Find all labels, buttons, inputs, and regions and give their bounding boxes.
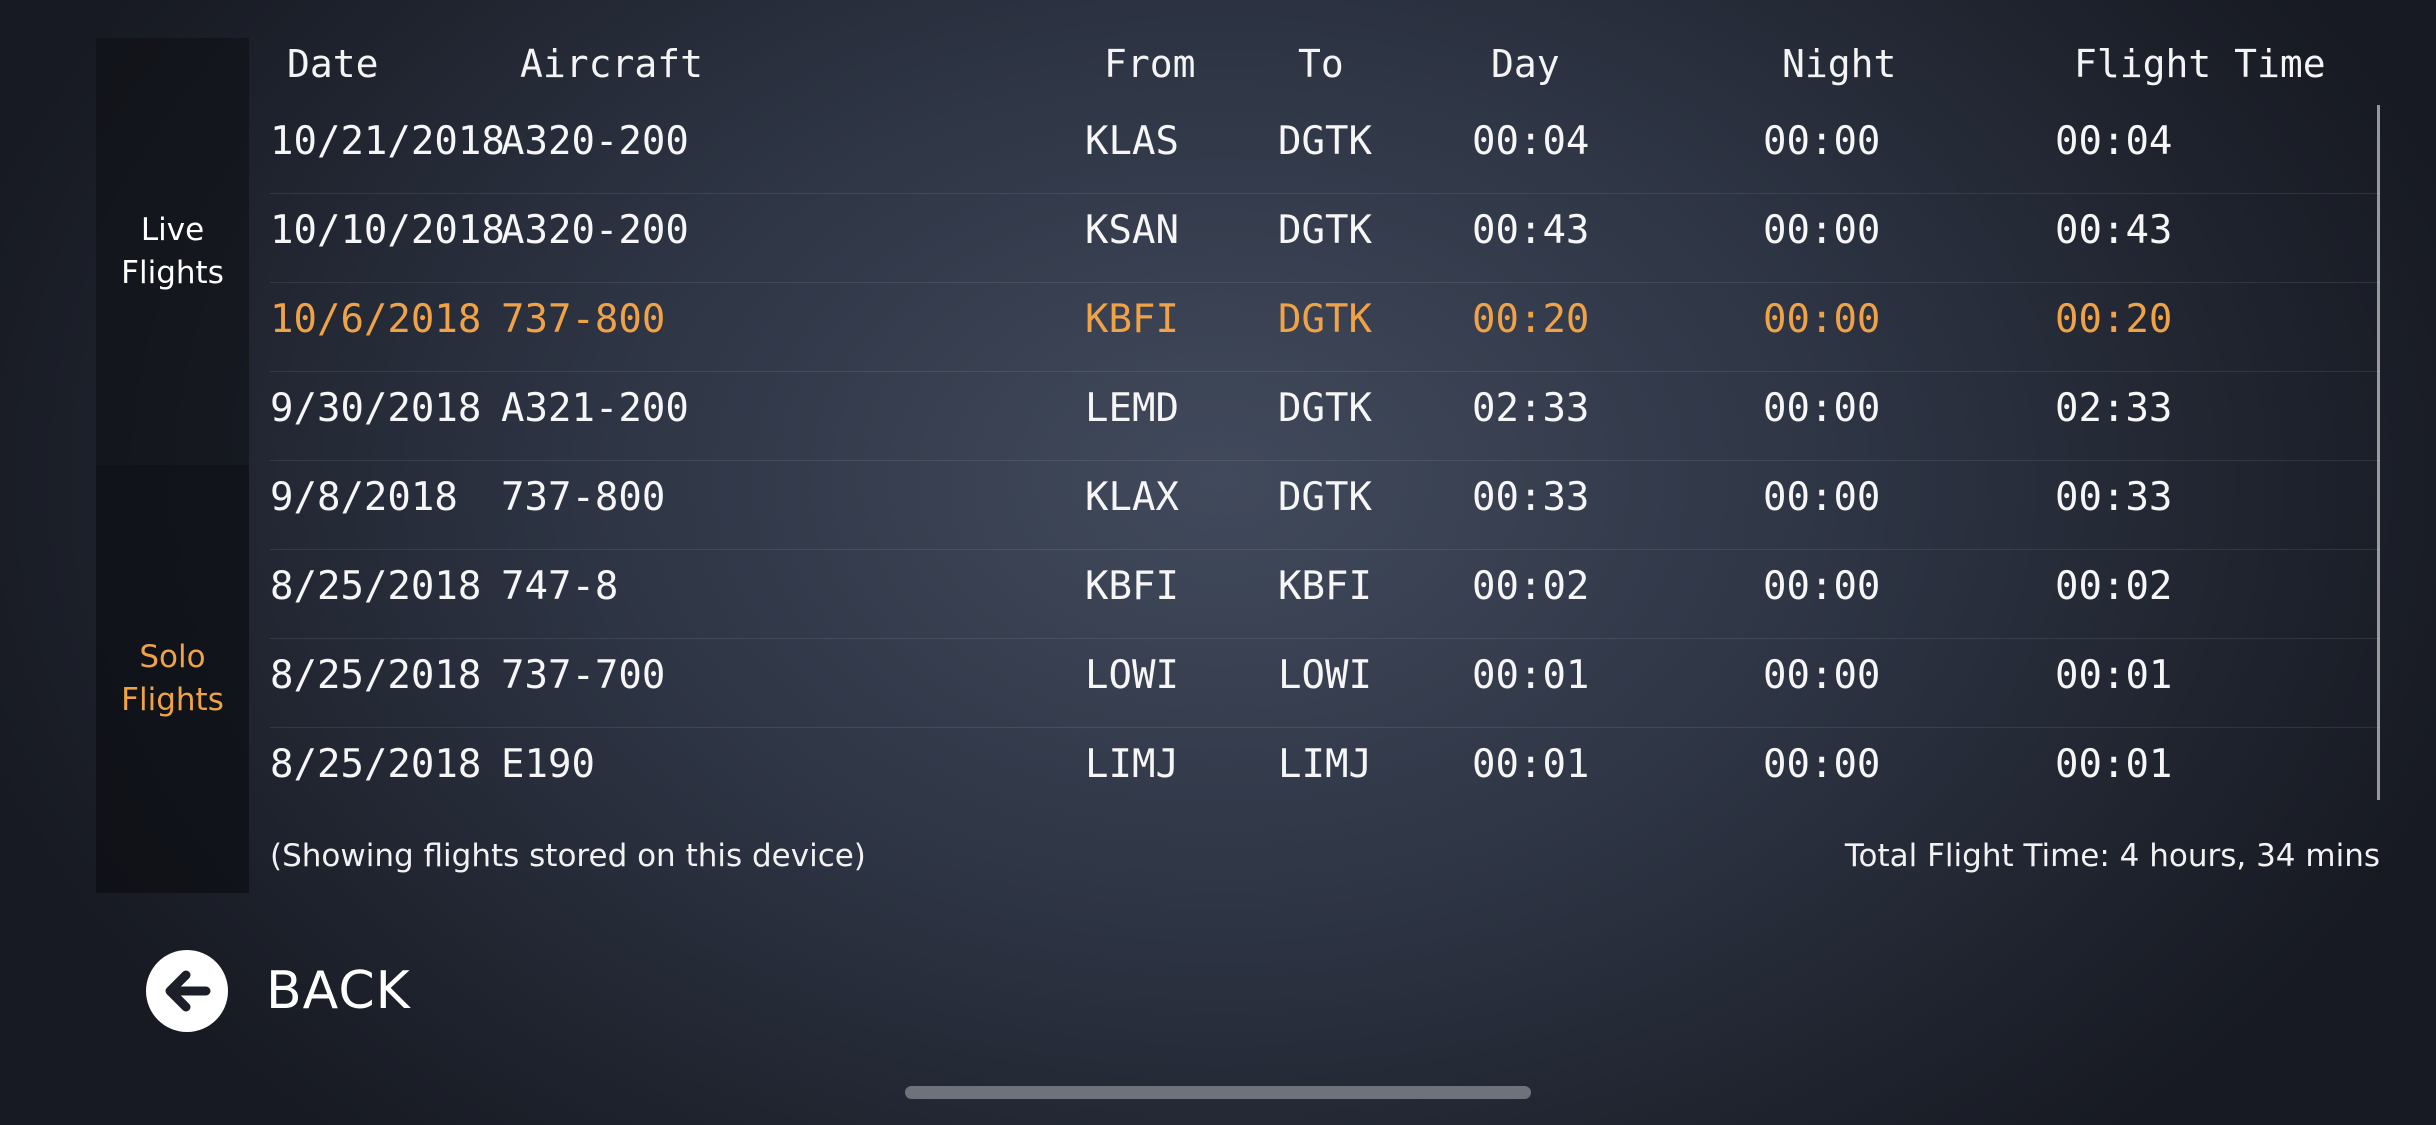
cell-flight-time: 00:43 xyxy=(2055,208,2173,253)
cell-to: DGTK xyxy=(1278,297,1372,342)
cell-to: DGTK xyxy=(1278,208,1372,253)
flight-log-header: Date Aircraft From To Day Night Flight T… xyxy=(0,42,2436,102)
table-row[interactable]: 8/25/2018 737-700 LOWI LOWI 00:01 00:00 … xyxy=(270,639,2380,728)
table-row[interactable]: 10/10/2018 A320-200 KSAN DGTK 00:43 00:0… xyxy=(270,194,2380,283)
tab-live-flights-label: Live Flights xyxy=(121,211,224,291)
cell-date: 10/6/2018 xyxy=(270,297,482,342)
table-row[interactable]: 10/21/2018 A320-200 KLAS DGTK 00:04 00:0… xyxy=(270,105,2380,194)
cell-flight-time: 00:01 xyxy=(2055,742,2173,787)
column-header-date: Date xyxy=(287,42,379,86)
cell-from: KSAN xyxy=(1085,208,1179,253)
cell-date: 9/8/2018 xyxy=(270,475,458,520)
cell-flight-time: 00:02 xyxy=(2055,564,2173,609)
cell-night: 00:00 xyxy=(1763,297,1881,342)
cell-date: 9/30/2018 xyxy=(270,386,482,431)
column-header-flight-time: Flight Time xyxy=(2074,42,2326,86)
column-header-night: Night xyxy=(1782,42,1897,86)
storage-note: (Showing flights stored on this device) xyxy=(270,838,866,874)
cell-night: 00:00 xyxy=(1763,742,1881,787)
cell-day: 00:43 xyxy=(1472,208,1590,253)
table-row[interactable]: 8/25/2018 E190 LIMJ LIMJ 00:01 00:00 00:… xyxy=(270,728,2380,816)
arrow-left-circle-icon xyxy=(146,950,228,1032)
table-row[interactable]: 8/25/2018 747-8 KBFI KBFI 00:02 00:00 00… xyxy=(270,550,2380,639)
cell-from: KLAS xyxy=(1085,119,1179,164)
cell-night: 00:00 xyxy=(1763,208,1881,253)
cell-from: KLAX xyxy=(1085,475,1179,520)
cell-night: 00:00 xyxy=(1763,475,1881,520)
cell-day: 00:01 xyxy=(1472,742,1590,787)
tab-solo-flights[interactable]: Solo Flights xyxy=(96,465,249,893)
cell-aircraft: E190 xyxy=(501,742,595,787)
back-button-label: BACK xyxy=(266,961,411,1021)
cell-date: 10/10/2018 xyxy=(270,208,505,253)
cell-aircraft: 737-800 xyxy=(501,475,666,520)
cell-day: 02:33 xyxy=(1472,386,1590,431)
total-flight-time: Total Flight Time: 4 hours, 34 mins xyxy=(1844,838,2380,874)
column-header-from: From xyxy=(1104,42,1196,86)
cell-day: 00:01 xyxy=(1472,653,1590,698)
cell-day: 00:20 xyxy=(1472,297,1590,342)
table-row-highlighted[interactable]: 10/6/2018 737-800 KBFI DGTK 00:20 00:00 … xyxy=(270,283,2380,372)
column-header-aircraft: Aircraft xyxy=(520,42,704,86)
tab-live-flights[interactable]: Live Flights xyxy=(96,38,249,465)
tab-solo-flights-label: Solo Flights xyxy=(121,639,224,718)
cell-to: LOWI xyxy=(1278,653,1372,698)
cell-from: LIMJ xyxy=(1085,742,1179,787)
column-header-to: To xyxy=(1298,42,1344,86)
back-button[interactable]: BACK xyxy=(146,950,411,1032)
cell-aircraft: 747-8 xyxy=(501,564,619,609)
cell-aircraft: A321-200 xyxy=(501,386,689,431)
cell-day: 00:04 xyxy=(1472,119,1590,164)
cell-flight-time: 02:33 xyxy=(2055,386,2173,431)
cell-to: DGTK xyxy=(1278,386,1372,431)
cell-day: 00:02 xyxy=(1472,564,1590,609)
table-scrollbar[interactable] xyxy=(2377,105,2380,800)
cell-night: 00:00 xyxy=(1763,564,1881,609)
cell-to: KBFI xyxy=(1278,564,1372,609)
cell-from: LEMD xyxy=(1085,386,1179,431)
cell-date: 8/25/2018 xyxy=(270,653,482,698)
cell-from: KBFI xyxy=(1085,564,1179,609)
cell-flight-time: 00:01 xyxy=(2055,653,2173,698)
cell-date: 8/25/2018 xyxy=(270,564,482,609)
table-row[interactable]: 9/8/2018 737-800 KLAX DGTK 00:33 00:00 0… xyxy=(270,461,2380,550)
cell-to: DGTK xyxy=(1278,119,1372,164)
home-indicator[interactable] xyxy=(905,1086,1531,1099)
cell-aircraft: A320-200 xyxy=(501,119,689,164)
cell-night: 00:00 xyxy=(1763,653,1881,698)
cell-flight-time: 00:33 xyxy=(2055,475,2173,520)
cell-to: LIMJ xyxy=(1278,742,1372,787)
cell-flight-time: 00:20 xyxy=(2055,297,2173,342)
flight-type-sidebar: Live Flights Solo Flights xyxy=(96,38,249,893)
cell-flight-time: 00:04 xyxy=(2055,119,2173,164)
cell-aircraft: 737-800 xyxy=(501,297,666,342)
cell-to: DGTK xyxy=(1278,475,1372,520)
column-header-day: Day xyxy=(1491,42,1560,86)
cell-date: 8/25/2018 xyxy=(270,742,482,787)
table-row[interactable]: 9/30/2018 A321-200 LEMD DGTK 02:33 00:00… xyxy=(270,372,2380,461)
cell-date: 10/21/2018 xyxy=(270,119,505,164)
cell-aircraft: A320-200 xyxy=(501,208,689,253)
cell-from: LOWI xyxy=(1085,653,1179,698)
cell-from: KBFI xyxy=(1085,297,1179,342)
flight-log-table: 10/21/2018 A320-200 KLAS DGTK 00:04 00:0… xyxy=(270,105,2380,816)
cell-night: 00:00 xyxy=(1763,119,1881,164)
cell-day: 00:33 xyxy=(1472,475,1590,520)
cell-night: 00:00 xyxy=(1763,386,1881,431)
cell-aircraft: 737-700 xyxy=(501,653,666,698)
